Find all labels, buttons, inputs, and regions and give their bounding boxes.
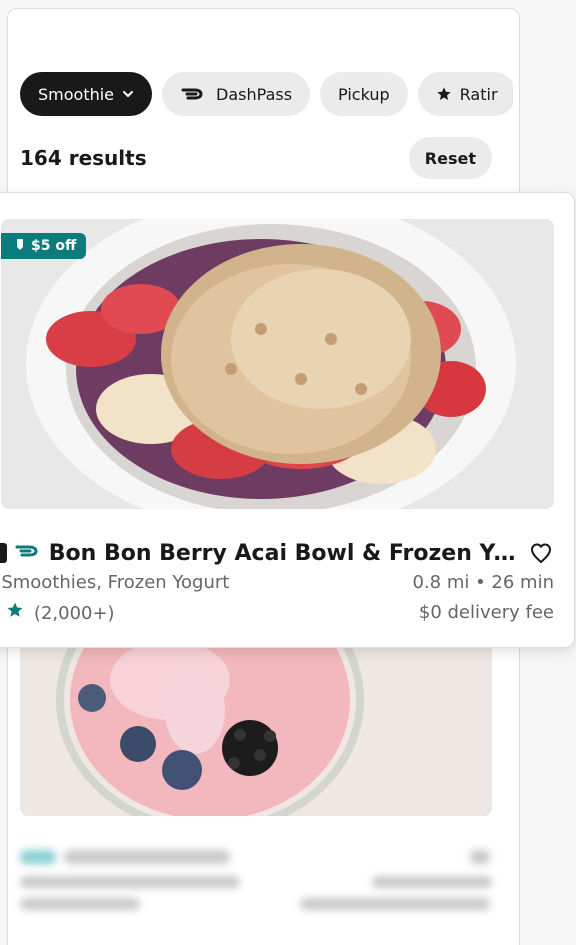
results-header: 164 results Reset	[20, 136, 492, 180]
tag-icon	[15, 237, 25, 255]
rating-count: (2,000+)	[33, 602, 115, 624]
filter-chip-label: DashPass	[216, 84, 293, 104]
store-info-row: • Smoothies, Frozen Yogurt 0.8 mi • 26 m…	[0, 569, 554, 595]
blurred-line	[470, 850, 490, 864]
store-logo	[0, 543, 7, 563]
store-title-row: Bon Bon Berry Acai Bowl & Frozen Yo...	[0, 536, 554, 570]
star-icon	[436, 86, 452, 102]
featured-store-card[interactable]: $5 off Bon Bon Berry Acai Bowl & Frozen …	[0, 192, 575, 648]
blurred-badge	[20, 850, 56, 864]
distance-time: 0.8 mi • 26 min	[412, 571, 554, 593]
blurred-line	[300, 898, 490, 910]
results-count: 164 results	[20, 146, 147, 170]
store-category: • Smoothies, Frozen Yogurt	[0, 571, 230, 593]
filter-chip-label: Smoothie	[38, 84, 115, 104]
store-name[interactable]: Bon Bon Berry Acai Bowl & Frozen Yo...	[49, 541, 523, 566]
store-image: $5 off	[1, 219, 554, 509]
star-icon	[6, 601, 24, 624]
blurred-line	[20, 876, 240, 888]
store-card[interactable]	[20, 640, 492, 840]
store-image	[20, 640, 492, 816]
blurred-line	[20, 898, 140, 910]
blurred-store-info	[20, 840, 492, 930]
filter-chip-label: Ratir	[459, 84, 498, 104]
filter-chips: Smoothie DashPass Pickup Ratir	[20, 72, 513, 116]
store-rating-row: 3 (2,000+) $0 delivery fee	[1, 599, 554, 625]
promo-badge: $5 off	[1, 233, 87, 259]
rating: 3 (2,000+)	[0, 601, 115, 624]
reset-button[interactable]: Reset	[408, 137, 492, 179]
dashpass-icon	[13, 542, 43, 564]
promo-text: $5 off	[31, 238, 77, 254]
blurred-line	[372, 876, 492, 888]
chevron-down-icon	[122, 90, 134, 98]
filter-chip-smoothie[interactable]: Smoothie	[20, 72, 153, 116]
filter-chip-pickup[interactable]: Pickup	[320, 72, 408, 116]
dashpass-icon	[180, 86, 208, 102]
delivery-fee: $0 delivery fee	[418, 601, 554, 623]
filter-chip-ratings[interactable]: Ratir	[417, 72, 513, 116]
heart-icon[interactable]	[529, 540, 554, 566]
blurred-line	[64, 850, 230, 864]
filter-chip-label: Pickup	[338, 84, 390, 104]
filter-chip-dashpass[interactable]: DashPass	[162, 72, 311, 116]
